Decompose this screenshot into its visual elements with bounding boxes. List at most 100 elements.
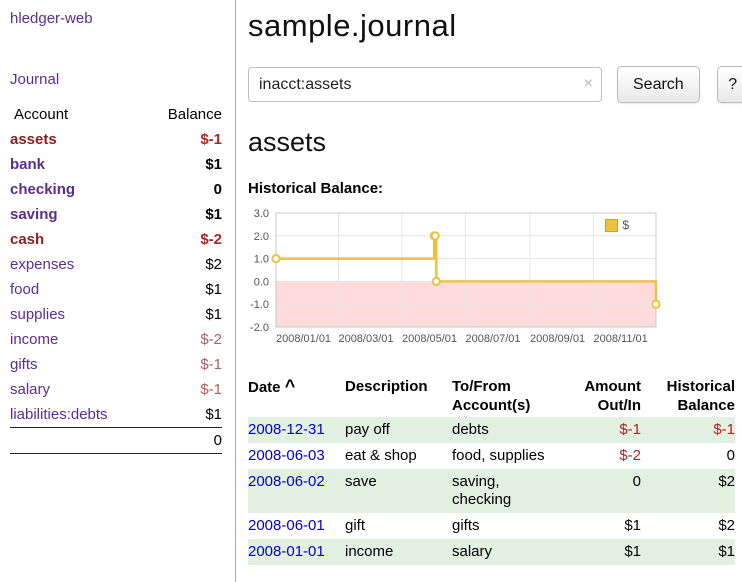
- account-row: income $-2: [10, 327, 222, 352]
- clear-search-icon[interactable]: ×: [584, 75, 593, 93]
- page-title: sample.journal: [248, 8, 742, 44]
- search-box: ×: [248, 67, 602, 102]
- transaction-date-link[interactable]: 2008-01-01: [248, 543, 325, 560]
- account-row: cash $-2: [10, 227, 222, 252]
- transaction-amount: 0: [578, 469, 641, 513]
- date-header-label: Date: [248, 379, 281, 396]
- account-balance: $1: [146, 152, 222, 177]
- accounts-header-account: Account: [10, 102, 146, 127]
- svg-text:2008/01/01: 2008/01/01: [276, 333, 331, 345]
- account-balance: 0: [146, 177, 222, 202]
- account-heading: assets: [248, 127, 742, 158]
- account-balance: $2: [146, 252, 222, 277]
- register-header-balance: HistoricalBalance: [641, 375, 735, 417]
- account-row: supplies $1: [10, 302, 222, 327]
- account-link-expenses[interactable]: expenses: [10, 256, 74, 273]
- account-link-liabilities-debts[interactable]: liabilities:debts: [10, 406, 108, 423]
- account-balance: $-2: [146, 327, 222, 352]
- transaction-date-link[interactable]: 2008-06-01: [248, 517, 325, 534]
- transaction-description: income: [345, 539, 452, 565]
- svg-text:1.0: 1.0: [254, 254, 269, 266]
- svg-text:2008/07/01: 2008/07/01: [465, 333, 520, 345]
- amount-header-line2: Out/In: [598, 397, 641, 414]
- svg-text:2008/03/01: 2008/03/01: [338, 333, 393, 345]
- svg-text:0.0: 0.0: [254, 276, 269, 288]
- svg-text:2.0: 2.0: [254, 231, 269, 243]
- accounts-header-row: Account Balance: [10, 102, 222, 127]
- svg-text:2008/11/01: 2008/11/01: [594, 333, 648, 345]
- account-balance: $-1: [146, 127, 222, 152]
- transaction-balance: $2: [641, 513, 735, 539]
- register-header-date[interactable]: Date ^: [248, 375, 345, 417]
- register-header-row: Date ^ Description To/FromAccount(s) Amo…: [248, 375, 735, 417]
- account-row: salary $-1: [10, 377, 222, 402]
- svg-text:-1.0: -1.0: [250, 299, 269, 311]
- register-row: 2008-01-01 income salary $1 $1: [248, 539, 735, 565]
- transaction-description: eat & shop: [345, 443, 452, 469]
- register-table: Date ^ Description To/FromAccount(s) Amo…: [248, 375, 735, 565]
- transaction-date-link[interactable]: 2008-12-31: [248, 421, 325, 438]
- transaction-accounts: saving, checking: [452, 469, 578, 513]
- amount-header-line1: Amount: [584, 378, 641, 395]
- search-input[interactable]: [248, 67, 602, 102]
- account-row: food $1: [10, 277, 222, 302]
- sidebar-item-journal[interactable]: Journal: [10, 71, 59, 88]
- account-balance: $1: [146, 302, 222, 327]
- transaction-date-link[interactable]: 2008-06-03: [248, 447, 325, 464]
- legend-label: $: [622, 218, 629, 232]
- transaction-description: pay off: [345, 417, 452, 443]
- account-row: saving $1: [10, 202, 222, 227]
- transaction-date-link[interactable]: 2008-06-02: [248, 473, 325, 490]
- search-button[interactable]: Search: [617, 66, 700, 103]
- account-link-gifts[interactable]: gifts: [10, 356, 38, 373]
- account-balance: $-2: [146, 227, 222, 252]
- help-button[interactable]: ?: [717, 66, 742, 103]
- main-content: sample.journal × Search ? assets Histori…: [236, 0, 742, 582]
- register-row: 2008-12-31 pay off debts $-1 $-1: [248, 417, 735, 443]
- account-link-bank[interactable]: bank: [10, 156, 45, 173]
- app-title-link[interactable]: hledger-web: [10, 10, 93, 27]
- account-link-saving[interactable]: saving: [10, 206, 58, 223]
- account-link-income[interactable]: income: [10, 331, 58, 348]
- transaction-amount: $-1: [578, 417, 641, 443]
- account-link-cash[interactable]: cash: [10, 231, 44, 248]
- svg-text:-2.0: -2.0: [250, 322, 269, 334]
- accounts-total: 0: [146, 428, 222, 454]
- account-row: bank $1: [10, 152, 222, 177]
- account-balance: $1: [146, 277, 222, 302]
- transaction-accounts: salary: [452, 539, 578, 565]
- register-header-description: Description: [345, 375, 452, 417]
- account-link-food[interactable]: food: [10, 281, 39, 298]
- sort-ascending-icon: ^: [285, 376, 296, 396]
- transaction-accounts: debts: [452, 417, 578, 443]
- description-header-label: Description: [345, 378, 428, 395]
- balance-header-line2: Balance: [677, 397, 735, 414]
- account-balance: $1: [146, 402, 222, 428]
- transaction-amount: $1: [578, 513, 641, 539]
- account-balance: $-1: [146, 377, 222, 402]
- transaction-amount: $-2: [578, 443, 641, 469]
- register-row: 2008-06-02 save saving, checking 0 $2: [248, 469, 735, 513]
- account-balance: $-1: [146, 352, 222, 377]
- legend-swatch-icon: [605, 219, 618, 232]
- chart-legend: $: [602, 217, 632, 233]
- transaction-description: gift: [345, 513, 452, 539]
- accounts-table: Account Balance assets $-1 bank $1 check…: [10, 102, 222, 454]
- transaction-balance: $2: [641, 469, 735, 513]
- account-link-supplies[interactable]: supplies: [10, 306, 65, 323]
- account-link-checking[interactable]: checking: [10, 181, 75, 198]
- transaction-accounts: food, supplies: [452, 443, 578, 469]
- accounts-header-balance: Balance: [146, 102, 222, 127]
- transaction-balance: $-1: [641, 417, 735, 443]
- transaction-balance: $1: [641, 539, 735, 565]
- svg-text:2008/09/01: 2008/09/01: [530, 333, 585, 345]
- transaction-accounts: gifts: [452, 513, 578, 539]
- app-window: hledger-web Journal Account Balance asse…: [0, 0, 742, 582]
- account-link-salary[interactable]: salary: [10, 381, 50, 398]
- account-balance: $1: [146, 202, 222, 227]
- register-header-accounts: To/FromAccount(s): [452, 375, 578, 417]
- transaction-amount: $1: [578, 539, 641, 565]
- account-row: liabilities:debts $1: [10, 402, 222, 428]
- svg-text:3.0: 3.0: [254, 208, 269, 220]
- account-link-assets[interactable]: assets: [10, 131, 57, 148]
